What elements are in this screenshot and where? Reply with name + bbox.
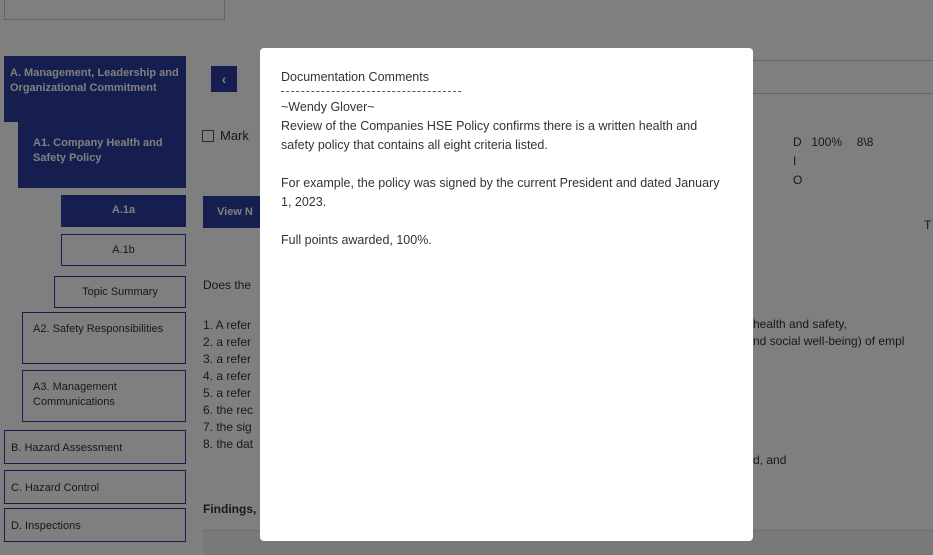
comment-author: ~Wendy Glover~ (281, 100, 375, 114)
comment-paragraph: For example, the policy was signed by th… (281, 176, 720, 209)
modal-title: Documentation Comments (281, 70, 429, 84)
comment-paragraph: Review of the Companies HSE Policy confi… (281, 119, 698, 152)
documentation-comments-modal: Documentation Comments ~Wendy Glover~ Re… (260, 48, 753, 541)
modal-body: ~Wendy Glover~ Review of the Companies H… (281, 98, 733, 250)
divider (281, 91, 461, 92)
comment-paragraph: Full points awarded, 100%. (281, 233, 432, 247)
